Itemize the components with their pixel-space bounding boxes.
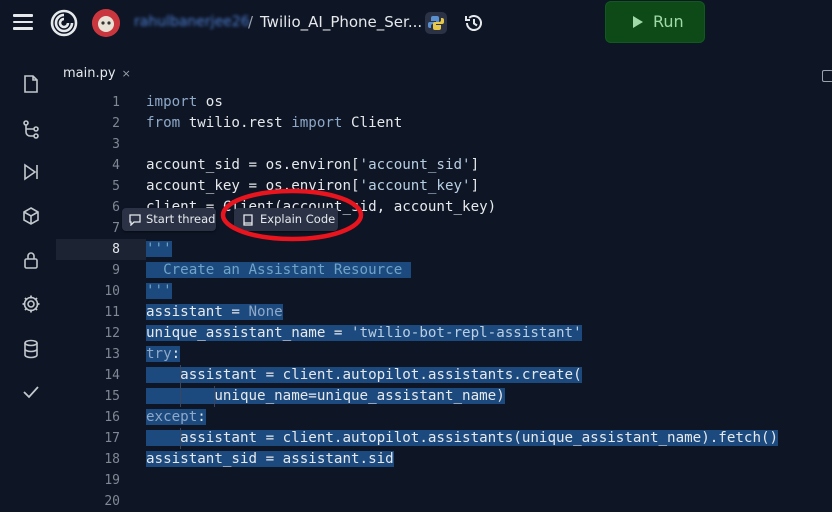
replit-logo-icon[interactable] [50,9,78,37]
line-number: 10 [104,284,120,299]
code-text: unique_name=unique_assistant_name) [146,388,505,404]
user-avatar[interactable] [92,9,120,37]
gear-icon[interactable] [20,293,42,315]
code-text: Create an Assistant Resource [146,262,411,278]
code-text: assistant = client.autopilot.assistants.… [146,367,582,383]
tab-label: main.py [63,66,116,81]
code-text: assistant = client.autopilot.assistants(… [146,430,779,446]
code-line: 12 unique_assistant_name = 'twilio-bot-r… [62,323,832,344]
code-line: 20 [62,491,832,512]
indent-guide [180,428,181,449]
line-number: 9 [112,263,120,278]
code-line: 10 ''' [62,281,832,302]
line-number: 19 [104,473,120,488]
line-number: 18 [104,452,120,467]
breadcrumb-separator: / [248,13,254,31]
code-line: 15 unique_name=unique_assistant_name) [62,386,832,407]
line-number: 17 [104,431,120,446]
code-line: 19 [62,470,832,491]
hamburger-menu-icon[interactable] [13,14,33,30]
chat-bubble-icon [129,214,141,226]
database-icon[interactable] [20,338,42,360]
file-icon[interactable] [20,73,42,95]
code-text: ''' [146,241,172,257]
top-bar: rahulbanerjee26 / Twilio_AI_Phone_Ser...… [0,0,832,46]
code-line: 3 [62,134,832,155]
start-thread-label: Start thread [146,212,216,226]
line-number: 3 [112,137,120,152]
username-link[interactable]: rahulbanerjee26 [134,14,250,30]
code-text: unique_assistant_name = 'twilio-bot-repl… [146,325,582,341]
line-number: 11 [104,305,120,320]
code-text: try: [146,346,181,362]
code-line: 18 assistant_sid = assistant.sid [62,449,832,470]
play-icon [633,16,643,28]
code-text: account_sid = os.environ['account_sid'] [146,157,480,173]
code-text: from twilio.rest import Client [146,115,403,131]
line-number: 14 [104,368,120,383]
line-number: 20 [104,494,120,509]
code-line-current: 8 ''' [56,239,832,260]
tab-close-icon[interactable]: × [122,67,131,80]
annotation-circle [220,188,364,242]
line-number: 12 [104,326,120,341]
code-line: 1 import os [62,92,832,113]
left-sidebar [0,46,62,501]
code-line: 2 from twilio.rest import Client [62,113,832,134]
indent-guide [214,386,215,407]
history-icon[interactable] [463,12,485,34]
line-number: 8 [112,242,120,257]
panel-toggle-icon[interactable] [822,70,832,82]
code-line: 5 account_key = os.environ['account_key'… [62,176,832,197]
line-number: 15 [104,389,120,404]
code-line: 9 Create an Assistant Resource [62,260,832,281]
code-line: 11 assistant = None [62,302,832,323]
start-thread-button[interactable]: Start thread [122,208,216,231]
run-button[interactable]: Run [605,1,705,43]
package-icon[interactable] [20,205,42,227]
line-number: 4 [112,158,120,173]
code-line: 4 account_sid = os.environ['account_sid'… [62,155,832,176]
checkmark-icon[interactable] [20,381,42,403]
code-text: except: [146,409,206,425]
line-number: 13 [104,347,120,362]
code-text: assistant = None [146,304,283,320]
code-text: assistant_sid = assistant.sid [146,451,394,467]
code-line: 13 try: [62,344,832,365]
line-number: 1 [112,95,120,110]
run-button-label: Run [653,12,684,31]
line-number: 2 [112,116,120,131]
line-number: 16 [104,410,120,425]
debugger-icon[interactable] [20,161,42,183]
indent-guide [180,365,181,407]
code-text: ''' [146,283,172,299]
line-number: 5 [112,179,120,194]
lock-icon[interactable] [20,249,42,271]
repl-name[interactable]: Twilio_AI_Phone_Ser... [260,13,422,31]
line-number: 7 [112,221,120,236]
line-number: 6 [112,200,120,215]
code-line: 14 assistant = client.autopilot.assistan… [62,365,832,386]
code-line: 16 except: [62,407,832,428]
tab-main-py[interactable]: main.py × [63,66,131,81]
git-branch-icon[interactable] [20,118,42,140]
python-language-icon[interactable] [425,12,447,34]
code-text: import os [146,94,223,110]
code-editor[interactable]: 1 import os 2 from twilio.rest import Cl… [56,91,832,509]
code-line: 17 assistant = client.autopilot.assistan… [62,428,832,449]
